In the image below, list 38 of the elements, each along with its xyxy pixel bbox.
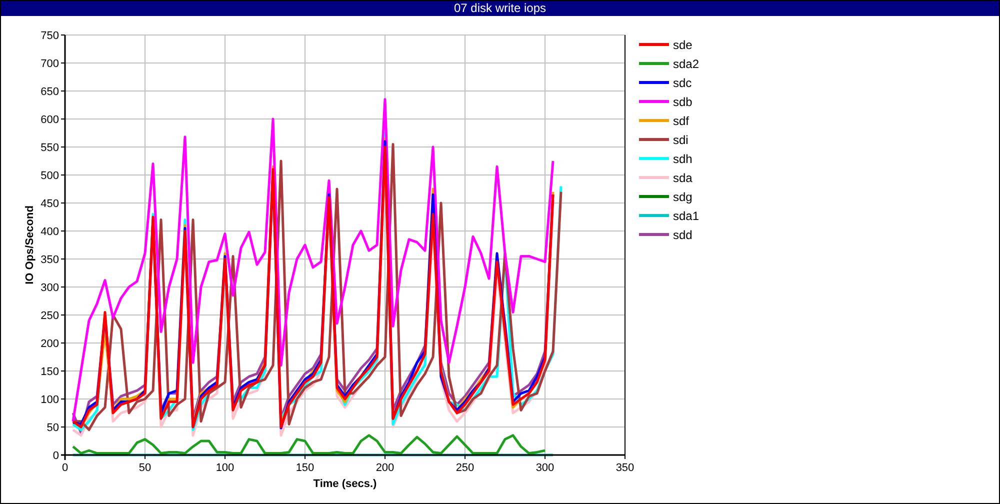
- legend-label: sda1: [673, 208, 700, 222]
- axis-tick-label: 250: [456, 462, 474, 474]
- axis-tick-label: 550: [40, 142, 59, 154]
- axis-tick-label: 400: [40, 226, 59, 238]
- axis-tick-label: 300: [536, 462, 554, 474]
- axis-tick-label: 150: [296, 462, 314, 474]
- axis-tick-label: 650: [40, 86, 59, 98]
- axis-tick-label: 450: [40, 198, 59, 210]
- axis-tick-label: 150: [40, 366, 59, 378]
- axis-tick-label: 350: [40, 254, 59, 266]
- legend-label: sdb: [673, 94, 692, 108]
- legend-label: sdh: [673, 152, 692, 166]
- axis-tick-label: 300: [40, 282, 59, 294]
- axis-tick-label: 0: [52, 450, 59, 462]
- axis-tick-label: 700: [40, 58, 59, 70]
- legend-label: sdf: [673, 114, 690, 128]
- axis-tick-label: 350: [616, 462, 634, 474]
- axis-tick-label: 100: [216, 462, 234, 474]
- window-title: 07 disk write iops: [1, 1, 999, 16]
- legend-label: sda2: [673, 56, 700, 70]
- axis-title: IO Ops/Second: [24, 206, 36, 284]
- legend-label: sdc: [673, 76, 692, 90]
- axis-tick-label: 500: [40, 170, 59, 182]
- axis-tick-label: 200: [376, 462, 394, 474]
- legend-label: sda: [673, 170, 692, 184]
- legend-label: sde: [673, 38, 692, 52]
- axis-title: Time (secs.): [313, 478, 377, 490]
- axis-tick-label: 250: [40, 310, 59, 322]
- axis-tick-label: 50: [138, 462, 152, 474]
- legend-label: sdg: [673, 190, 692, 204]
- axis-tick-label: 0: [62, 462, 68, 474]
- legend-label: sdd: [673, 228, 692, 242]
- axis-tick-label: 600: [40, 114, 59, 126]
- axis-tick-label: 50: [46, 422, 59, 434]
- axis-tick-label: 200: [40, 338, 59, 350]
- axis-tick-label: 100: [40, 394, 59, 406]
- axis-tick-label: 750: [40, 30, 59, 42]
- legend-label: sdi: [673, 132, 688, 146]
